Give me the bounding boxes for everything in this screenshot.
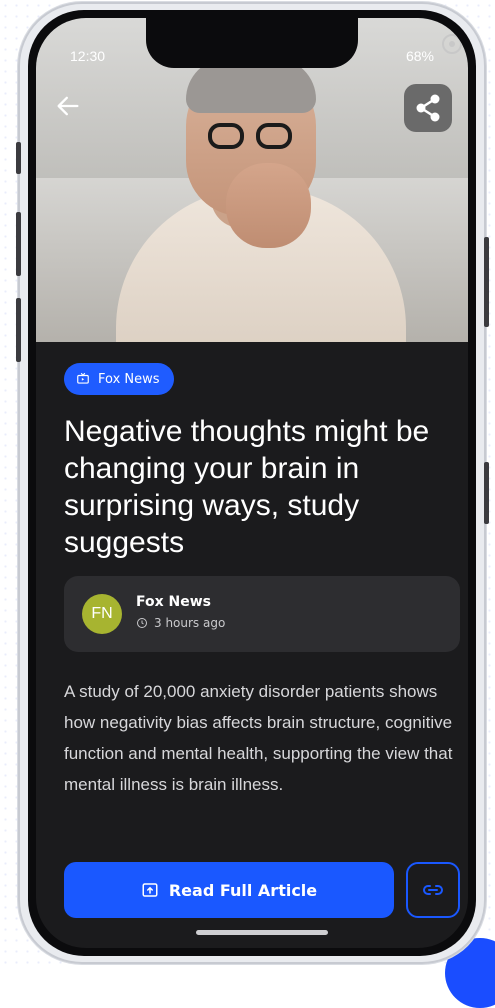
status-time: 12:30: [70, 48, 106, 64]
screen: 12:30 68% Fox News Negative thoughts mig…: [36, 18, 468, 948]
source-card: FN Fox News 3 hours ago: [64, 576, 460, 652]
article-summary: A study of 20,000 anxiety disorder patie…: [64, 682, 453, 794]
phone-frame: 12:30 68% Fox News Negative thoughts mig…: [16, 2, 489, 964]
share-icon: [416, 94, 440, 122]
read-full-article-button[interactable]: Read Full Article: [64, 862, 394, 918]
back-button[interactable]: [54, 86, 94, 126]
source-name: Fox News: [136, 594, 211, 610]
hero-hand: [226, 163, 311, 248]
source-pill[interactable]: Fox News: [64, 363, 174, 395]
read-full-article-label: Read Full Article: [168, 880, 318, 900]
side-button: [16, 142, 21, 174]
status-bar: 12:30 68%: [36, 48, 468, 68]
side-button: [484, 237, 489, 327]
hero-glasses: [206, 123, 296, 151]
clock-icon: [137, 618, 147, 628]
copy-link-button[interactable]: [406, 862, 460, 918]
time-ago: 3 hours ago: [154, 616, 226, 630]
article-headline: Negative thoughts might be changing your…: [64, 415, 430, 559]
side-button: [16, 212, 21, 276]
avatar: FN: [82, 594, 122, 634]
battery-level: 68%: [405, 48, 434, 64]
source-timestamp: 3 hours ago: [136, 616, 225, 630]
arrow-left-icon: [57, 96, 79, 116]
tv-icon: [77, 372, 89, 384]
open-external-icon: [142, 883, 158, 897]
phone-bezel: 12:30 68% Fox News Negative thoughts mig…: [28, 10, 476, 956]
side-button: [16, 298, 21, 362]
side-button: [484, 462, 489, 524]
share-button[interactable]: [404, 84, 452, 132]
link-icon: [423, 885, 443, 895]
status-battery: 68%: [406, 48, 434, 64]
home-indicator[interactable]: [196, 930, 328, 935]
source-pill-label: Fox News: [98, 371, 160, 387]
